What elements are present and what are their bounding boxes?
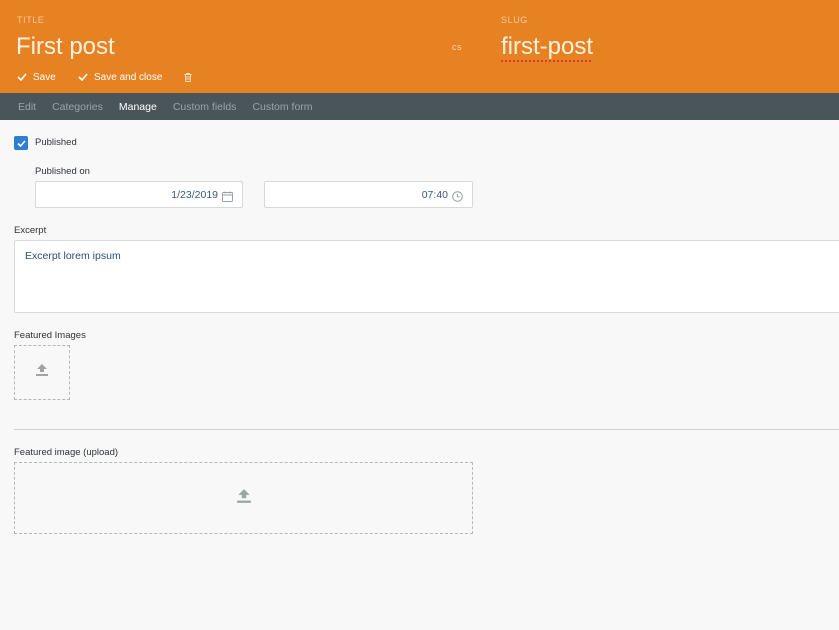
section-divider xyxy=(14,429,839,430)
tab-bar: Edit Categories Manage Custom fields Cus… xyxy=(0,93,839,120)
check-icon xyxy=(16,134,26,152)
check-icon xyxy=(17,73,27,81)
published-on-label: Published on xyxy=(35,166,90,177)
trash-icon xyxy=(184,72,192,82)
tab-edit[interactable]: Edit xyxy=(18,101,36,113)
published-checkbox[interactable] xyxy=(14,136,28,150)
calendar-icon[interactable] xyxy=(222,189,233,207)
excerpt-label: Excerpt xyxy=(14,225,47,236)
featured-images-label: Featured Images xyxy=(14,330,86,341)
featured-image-upload-label: Featured image (upload) xyxy=(14,447,119,458)
excerpt-value: Excerpt lorem ipsum xyxy=(25,250,121,262)
delete-button[interactable] xyxy=(184,69,192,85)
featured-image-upload-dropzone[interactable] xyxy=(14,462,473,534)
upload-icon xyxy=(236,488,252,509)
tab-categories[interactable]: Categories xyxy=(52,101,103,113)
published-label: Published xyxy=(35,137,77,148)
date-value: 1/23/2019 xyxy=(171,189,218,201)
upload-icon xyxy=(35,363,49,382)
slug-input[interactable]: first-post xyxy=(501,33,593,61)
check-icon xyxy=(78,73,88,81)
header-bar: TITLE First post cs SLUG first-post Save… xyxy=(0,0,839,93)
save-and-close-label: Save and close xyxy=(94,71,163,83)
clock-icon[interactable] xyxy=(452,189,463,207)
tab-custom-form[interactable]: Custom form xyxy=(252,101,312,113)
tab-manage[interactable]: Manage xyxy=(119,101,157,113)
save-button[interactable]: Save xyxy=(17,69,56,85)
time-field[interactable]: 07:40 xyxy=(264,181,473,208)
excerpt-textarea[interactable]: Excerpt lorem ipsum xyxy=(14,240,839,313)
save-label: Save xyxy=(33,71,56,83)
slug-label: SLUG xyxy=(501,15,528,25)
date-field[interactable]: 1/23/2019 xyxy=(35,181,243,208)
tab-custom-fields[interactable]: Custom fields xyxy=(173,101,237,113)
title-input[interactable]: First post xyxy=(16,33,115,61)
language-indicator[interactable]: cs xyxy=(452,42,462,52)
title-label: TITLE xyxy=(17,15,45,25)
save-and-close-button[interactable]: Save and close xyxy=(78,69,162,85)
featured-images-dropzone[interactable] xyxy=(14,345,70,400)
time-value: 07:40 xyxy=(421,189,448,201)
